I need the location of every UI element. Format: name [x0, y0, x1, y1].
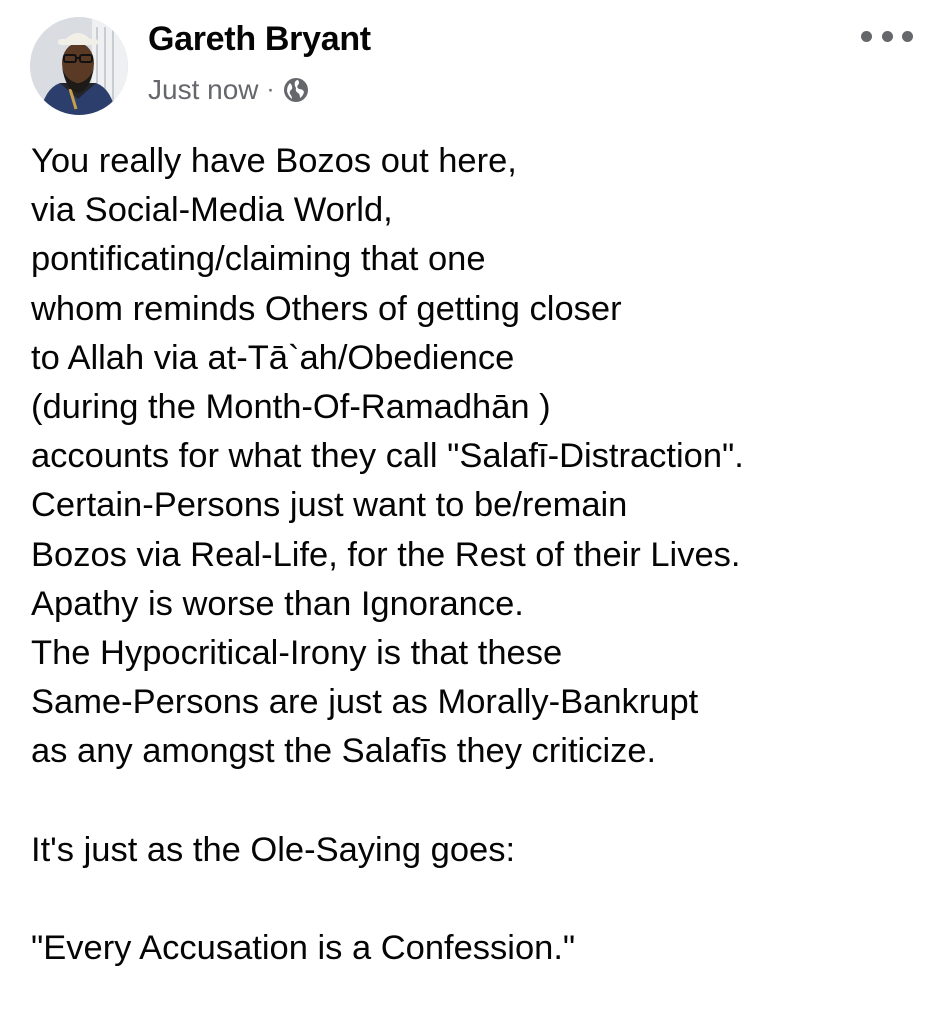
post-text-line: Bozos via Real-Life, for the Rest of the… [31, 535, 741, 574]
avatar[interactable] [30, 17, 128, 115]
post-text-line: whom reminds Others of getting closer [31, 289, 622, 328]
post-text-line: accounts for what they call "Salafī-Dist… [31, 437, 744, 476]
post-card: Gareth Bryant Just now · You really have… [0, 0, 937, 1024]
post-text-line: Same-Persons are just as Morally-Bankrup… [31, 683, 699, 722]
more-options-button[interactable] [861, 24, 913, 48]
post-text-line: via Social-Media World, [31, 191, 393, 230]
more-options-dot [881, 30, 893, 42]
more-options-icon [861, 30, 872, 42]
post-text-line: It's just as the Ole-Saying goes: [31, 830, 516, 869]
post-meta: Just now · [148, 72, 309, 108]
more-options-dot [902, 30, 913, 42]
post-text-line: Certain-Persons just want to be/remain [31, 486, 628, 525]
post-text-line: The Hypocritical-Irony is that these [31, 633, 563, 672]
post-text-line: Apathy is worse than Ignorance. [31, 584, 524, 623]
post-text-line: You really have Bozos out here, [31, 142, 517, 180]
author-name[interactable]: Gareth Bryant [148, 18, 371, 60]
meta-separator: · [266, 76, 275, 103]
post-text-line: as any amongst the Salafīs they criticiz… [31, 732, 657, 771]
post-text-line: (during the Month-Of-Ramadhān ) [31, 387, 551, 426]
timestamp[interactable]: Just now [148, 74, 259, 106]
post-text-line: to Allah via at-Tā`ah/Obedience [31, 338, 515, 377]
post-body: You really have Bozos out here, via Soci… [31, 137, 921, 973]
post-text-line: "Every Accusation is a Confession." [31, 929, 576, 967]
avatar-photo [30, 17, 128, 115]
globe-icon[interactable] [283, 77, 309, 103]
post-text-line: pontificating/claiming that one [31, 240, 486, 279]
